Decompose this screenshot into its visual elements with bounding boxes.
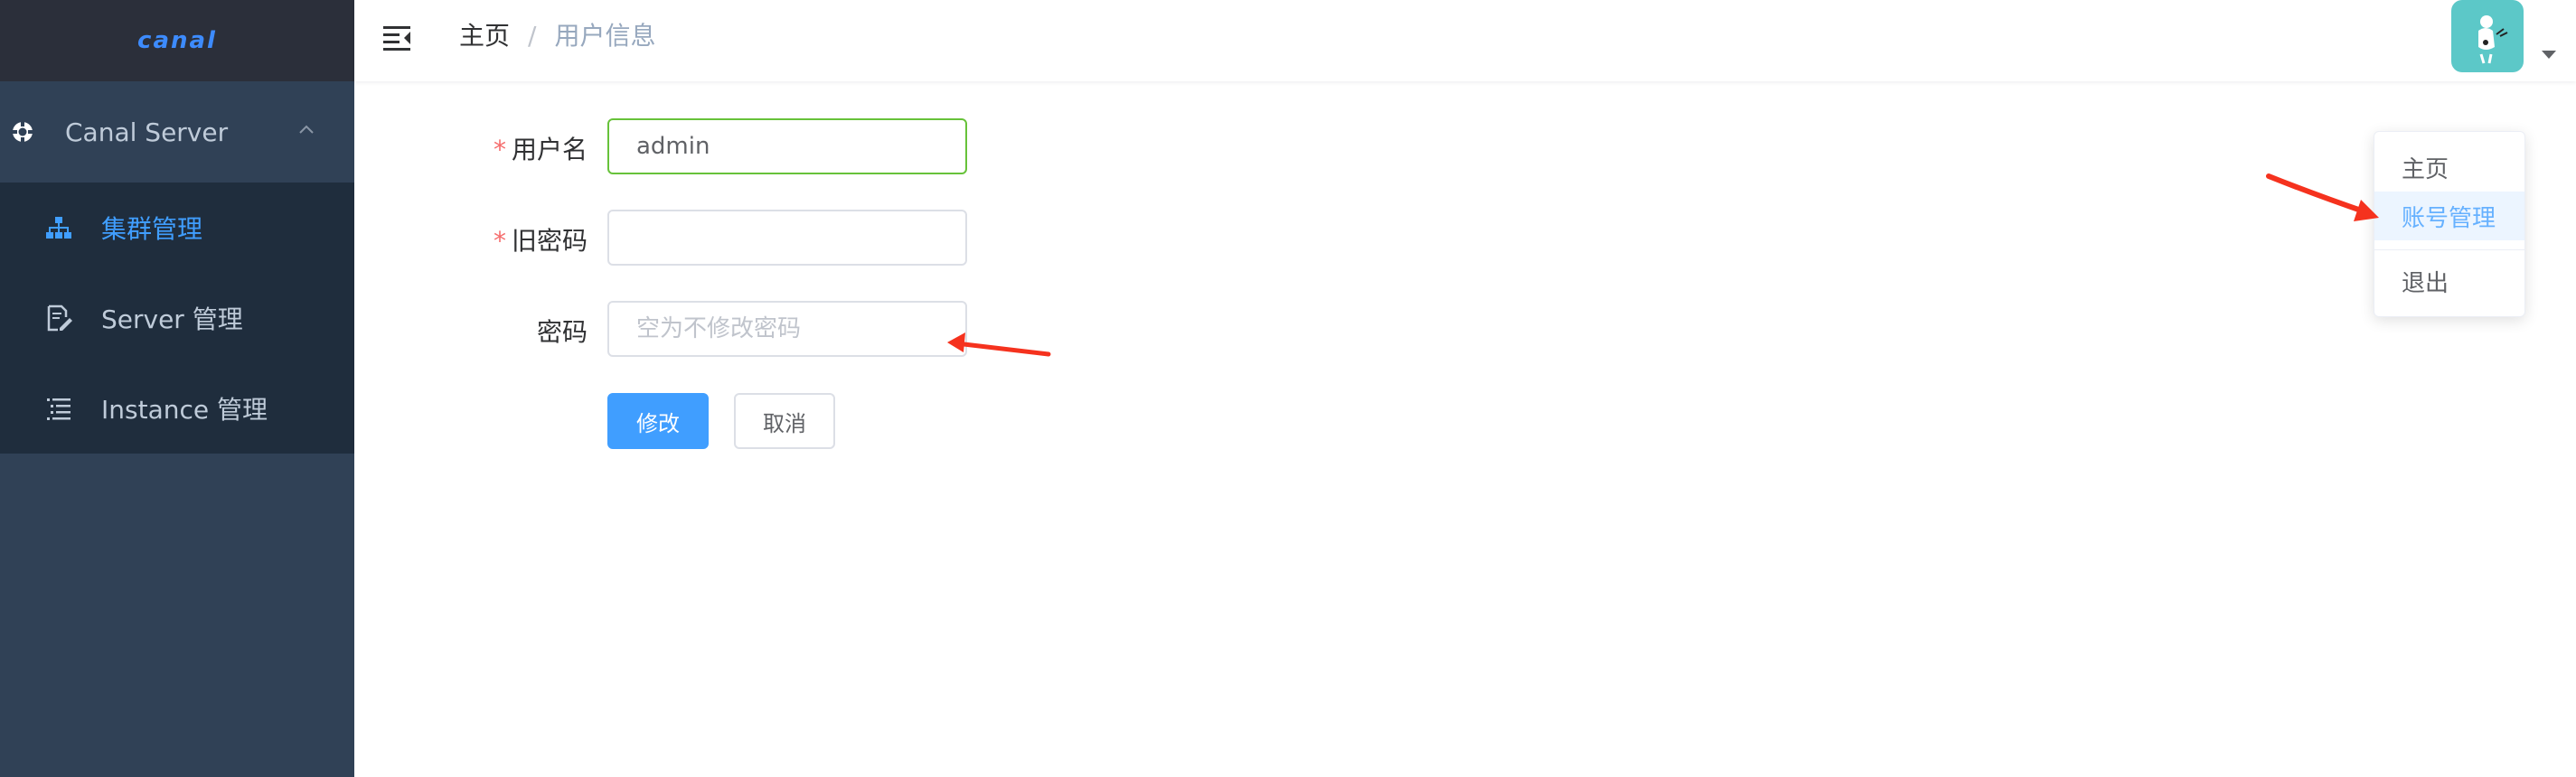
avatar[interactable] <box>2451 0 2524 72</box>
gear-icon <box>12 121 33 143</box>
sidebar-item-label: 集群管理 <box>101 214 203 244</box>
list-icon <box>47 398 71 420</box>
dropdown-item-label: 主页 <box>2402 155 2449 183</box>
submit-button[interactable]: 修改 <box>607 393 709 449</box>
logo-text: canal <box>137 27 217 54</box>
sidebar-group-canal-server[interactable]: Canal Server <box>0 81 354 183</box>
dropdown-item-label: 账号管理 <box>2402 204 2496 232</box>
user-dropdown-menu: 主页 账号管理 退出 <box>2374 131 2525 317</box>
chevron-up-icon <box>299 125 314 134</box>
sidebar-group-label: Canal Server <box>65 117 229 147</box>
breadcrumb-current: 用户信息 <box>554 21 656 51</box>
dropdown-divider <box>2374 249 2524 250</box>
sidebar-item-instance[interactable]: Instance 管理 <box>0 363 354 454</box>
old-password-label: * 旧密码 <box>493 226 588 256</box>
avatar-figure-icon <box>2478 15 2508 64</box>
cluster-icon <box>46 217 71 239</box>
sidebar-item-cluster[interactable]: 集群管理 <box>0 183 354 273</box>
breadcrumb: 主页 / 用户信息 <box>459 18 655 54</box>
caret-down-icon[interactable] <box>2542 51 2556 59</box>
password-label: 密码 <box>536 317 588 347</box>
sidebar-menu: 集群管理 Server 管理 Instance 管理 <box>0 183 354 454</box>
server-edit-icon <box>47 304 72 332</box>
old-password-input[interactable] <box>607 210 967 266</box>
app-logo[interactable]: canal <box>0 0 354 81</box>
required-asterisk: * <box>493 135 506 164</box>
username-label: * 用户名 <box>493 135 588 164</box>
annotation-arrow-password <box>947 332 1051 357</box>
dropdown-item-account[interactable]: 账号管理 <box>2374 192 2524 240</box>
dropdown-item-logout[interactable]: 退出 <box>2374 257 2524 305</box>
cancel-button[interactable]: 取消 <box>734 393 835 449</box>
sidebar-item-server[interactable]: Server 管理 <box>0 273 354 363</box>
top-navbar: 主页 / 用户信息 <box>354 0 2576 81</box>
required-asterisk: * <box>493 226 506 256</box>
sidebar-item-label: Server 管理 <box>101 304 243 334</box>
password-input[interactable] <box>607 301 967 357</box>
breadcrumb-home[interactable]: 主页 <box>459 21 510 51</box>
dropdown-item-label: 退出 <box>2402 269 2449 297</box>
hamburger-icon[interactable] <box>381 22 412 52</box>
username-input[interactable] <box>607 118 967 174</box>
annotation-arrow-account <box>2266 173 2379 221</box>
sidebar-item-label: Instance 管理 <box>101 395 268 425</box>
sidebar: canal Canal Server 集群管理 Server 管理 Instan… <box>0 0 354 777</box>
dropdown-item-home[interactable]: 主页 <box>2374 143 2524 192</box>
breadcrumb-separator: / <box>528 21 537 51</box>
